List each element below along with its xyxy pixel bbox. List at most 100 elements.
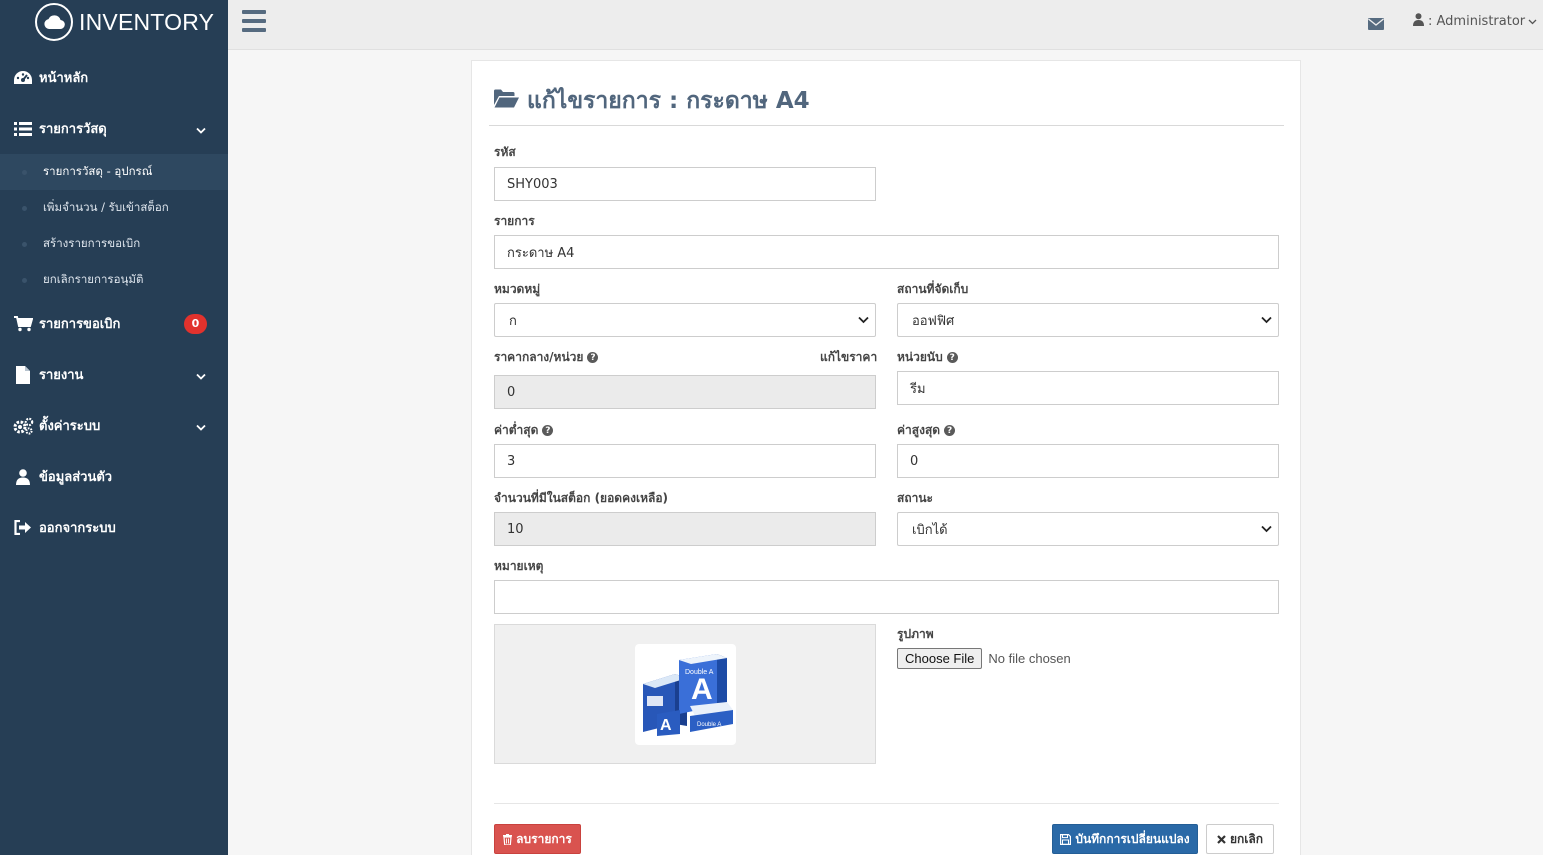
brand[interactable]: INVENTORY bbox=[0, 0, 228, 44]
product-image: A Double A Double A A bbox=[635, 644, 736, 745]
unit-input[interactable]: รีม bbox=[897, 371, 1279, 405]
storage-select[interactable]: ออฟฟิศ bbox=[897, 303, 1279, 337]
category-select[interactable]: ก bbox=[494, 303, 876, 337]
cloud-icon bbox=[35, 3, 73, 41]
file-icon bbox=[12, 365, 34, 385]
item-label: รายการ bbox=[494, 214, 535, 228]
sidebar-item-requests[interactable]: รายการขอเบิก 0 bbox=[0, 298, 228, 349]
image-preview-box: A Double A Double A A bbox=[494, 624, 876, 764]
max-input[interactable]: 0 bbox=[897, 444, 1279, 478]
sidebar-item-materials[interactable]: รายการวัสดุ bbox=[0, 103, 228, 154]
sidebar-item-profile[interactable]: ข้อมูลส่วนตัว bbox=[0, 451, 228, 502]
chevron-down-icon bbox=[1261, 313, 1272, 328]
max-label: ค่าสูงสุด ? bbox=[897, 421, 956, 440]
status-label: สถานะ bbox=[897, 491, 933, 505]
bullet-icon bbox=[22, 206, 27, 211]
sidebar-item-label: ออกจากระบบ bbox=[39, 521, 116, 536]
edit-item-card: แก้ไขรายการ : กระดาษ A4 รหัส SHY003 รายก… bbox=[471, 60, 1301, 855]
sidebar-subitem-materials-equipment[interactable]: รายการวัสดุ - อุปกรณ์ bbox=[0, 154, 228, 190]
unit-label: หน่วยนับ ? bbox=[897, 348, 958, 367]
sidebar-subitem-create-request[interactable]: สร้างรายการขอเบิก bbox=[0, 226, 228, 262]
chevron-down-icon bbox=[196, 365, 206, 384]
min-label: ค่าต่ำสุด ? bbox=[494, 421, 554, 440]
note-input[interactable] bbox=[494, 580, 1279, 614]
sidebar-item-label: ข้อมูลส่วนตัว bbox=[39, 470, 113, 485]
title-divider bbox=[489, 125, 1284, 126]
max-label-text: ค่าสูงสุด bbox=[897, 423, 941, 437]
delete-button[interactable]: ลบรายการ bbox=[494, 824, 581, 854]
question-circle-icon[interactable]: ? bbox=[542, 425, 554, 436]
user-icon bbox=[1413, 13, 1424, 30]
menu-toggle-icon[interactable] bbox=[242, 10, 266, 32]
stock-label: จำนวนที่มีในสต็อก (ยอดคงเหลือ) bbox=[494, 491, 669, 505]
status-select[interactable]: เบิกได้ bbox=[897, 512, 1279, 546]
trash-icon bbox=[503, 833, 513, 845]
sidebar-item-logout[interactable]: ออกจากระบบ bbox=[0, 502, 228, 553]
sign-out-icon bbox=[12, 518, 34, 538]
user-icon bbox=[12, 467, 34, 487]
choose-file-button[interactable]: Choose File bbox=[897, 648, 983, 669]
list-icon bbox=[12, 119, 34, 139]
question-circle-icon[interactable]: ? bbox=[946, 352, 958, 363]
user-name: : Administrator bbox=[1428, 14, 1526, 29]
user-menu[interactable]: : Administrator bbox=[1413, 13, 1537, 30]
code-input[interactable]: SHY003 bbox=[494, 167, 876, 201]
svg-text:A: A bbox=[660, 717, 672, 734]
sidebar-item-home[interactable]: หน้าหลัก bbox=[0, 52, 228, 103]
chevron-down-icon bbox=[1528, 14, 1537, 29]
sidebar-subitem-label: เพิ่มจำนวน / รับเข้าสต็อก bbox=[43, 200, 169, 214]
min-input[interactable]: 3 bbox=[494, 444, 876, 478]
close-icon bbox=[1217, 834, 1226, 844]
chevron-down-icon bbox=[196, 119, 206, 138]
topbar: : Administrator bbox=[228, 0, 1543, 50]
image-label: รูปภาพ bbox=[897, 627, 934, 641]
price-input: 0 bbox=[494, 375, 876, 409]
brand-name: INVENTORY bbox=[79, 8, 215, 35]
sidebar-item-label: ตั้งค่าระบบ bbox=[39, 419, 101, 434]
question-circle-icon[interactable]: ? bbox=[587, 352, 599, 363]
code-label: รหัส bbox=[494, 145, 516, 159]
price-label: ราคากลาง/หน่วย ? bbox=[494, 348, 599, 367]
item-name-input[interactable]: กระดาษ A4 bbox=[494, 235, 1279, 269]
price-label-text: ราคากลาง/หน่วย bbox=[494, 350, 584, 364]
stock-input: 10 bbox=[494, 512, 876, 546]
sidebar-subitem-cancel-approval[interactable]: ยกเลิกรายการอนุมัติ bbox=[0, 262, 228, 298]
min-label-text: ค่าต่ำสุด bbox=[494, 423, 539, 437]
bullet-icon bbox=[22, 170, 27, 175]
sidebar-item-label: รายงาน bbox=[39, 368, 84, 383]
page-title-text: แก้ไขรายการ : กระดาษ A4 bbox=[527, 88, 810, 114]
sidebar-subitem-label: ยกเลิกรายการอนุมัติ bbox=[43, 272, 144, 286]
sidebar-subitem-label: สร้างรายการขอเบิก bbox=[43, 236, 141, 250]
footer-divider bbox=[494, 803, 1279, 804]
category-label: หมวดหมู่ bbox=[494, 282, 541, 296]
sidebar-subitem-add-stock[interactable]: เพิ่มจำนวน / รับเข้าสต็อก bbox=[0, 190, 228, 226]
file-status-text: No file chosen bbox=[988, 651, 1071, 666]
chevron-down-icon bbox=[1261, 522, 1272, 537]
request-count-badge: 0 bbox=[184, 313, 207, 334]
note-label: หมายเหตุ bbox=[494, 559, 544, 573]
unit-label-text: หน่วยนับ bbox=[897, 350, 943, 364]
sidebar-subitem-label: รายการวัสดุ - อุปกรณ์ bbox=[43, 164, 153, 178]
bullet-icon bbox=[22, 278, 27, 283]
edit-price-link[interactable]: แก้ไขราคา bbox=[820, 348, 877, 367]
file-input[interactable]: Choose File No file chosen bbox=[897, 648, 1071, 669]
chevron-down-icon bbox=[858, 313, 869, 328]
save-button-label: บันทึกการเปลี่ยนแปลง bbox=[1075, 831, 1190, 846]
floppy-disk-icon bbox=[1060, 833, 1072, 845]
cancel-button[interactable]: ยกเลิก bbox=[1206, 824, 1274, 854]
sidebar-item-reports[interactable]: รายงาน bbox=[0, 349, 228, 400]
folder-open-icon bbox=[494, 88, 519, 114]
category-selected-value: ก bbox=[509, 313, 517, 329]
bullet-icon bbox=[22, 242, 27, 247]
svg-text:Double A: Double A bbox=[697, 722, 721, 728]
delete-button-label: ลบรายการ bbox=[516, 831, 572, 846]
chevron-down-icon bbox=[196, 416, 206, 435]
save-button[interactable]: บันทึกการเปลี่ยนแปลง bbox=[1052, 824, 1198, 854]
question-circle-icon[interactable]: ? bbox=[944, 425, 956, 436]
envelope-icon[interactable] bbox=[1368, 15, 1384, 34]
sidebar-item-label: รายการวัสดุ bbox=[39, 122, 107, 137]
sidebar-item-settings[interactable]: ตั้งค่าระบบ bbox=[0, 400, 228, 451]
status-selected-value: เบิกได้ bbox=[912, 522, 948, 538]
cancel-button-label: ยกเลิก bbox=[1229, 831, 1264, 846]
page-title: แก้ไขรายการ : กระดาษ A4 bbox=[494, 83, 810, 119]
